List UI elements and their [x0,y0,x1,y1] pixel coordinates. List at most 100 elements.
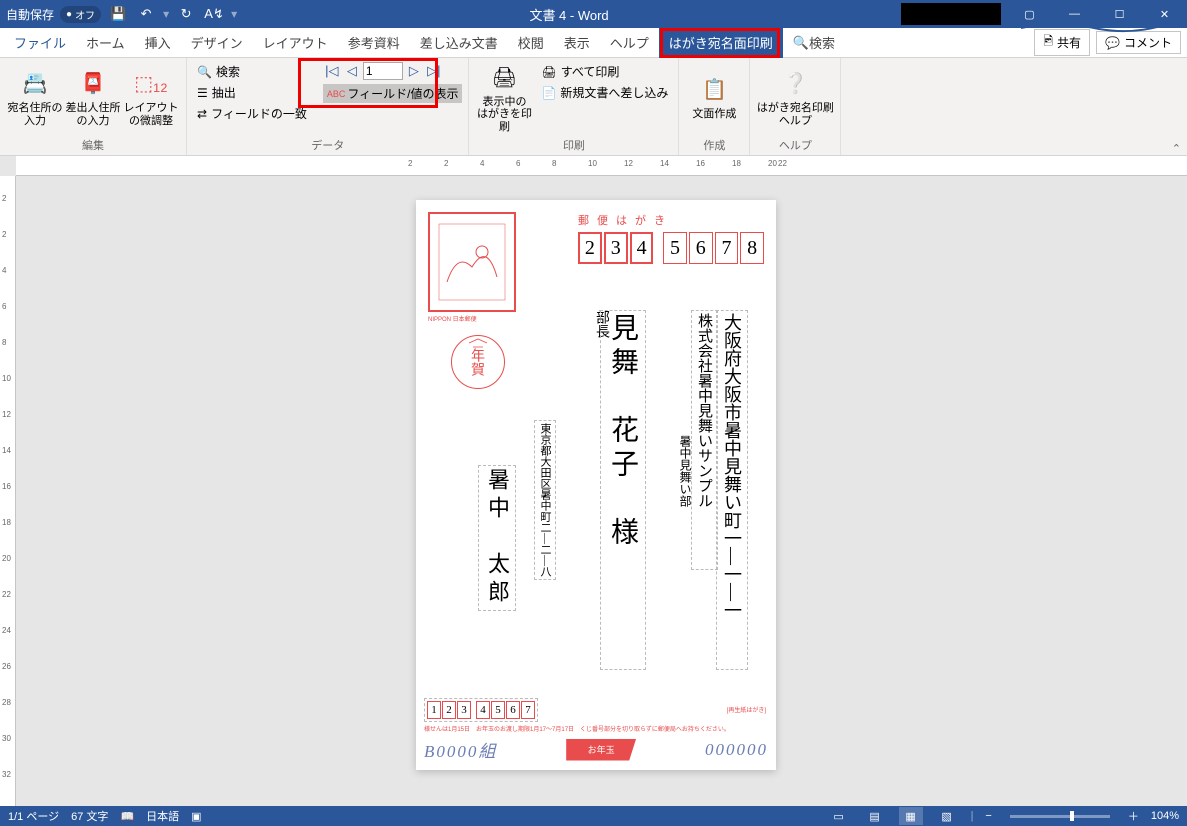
recipient-dept-field[interactable]: 暑中見舞い部 [677,435,694,507]
zoom-in-button[interactable]: ＋ [1128,808,1139,824]
ribbon-tabs: ファイル ホーム 挿入 デザイン レイアウト 参考資料 差し込み文書 校閲 表示… [0,28,1187,58]
szip-digit: 5 [491,701,505,719]
postcard-page[interactable]: NIPPON 日本郵便 年賀 郵便はがき 2 3 4 5 6 7 8 大阪府大阪… [416,200,776,770]
print-layout-icon[interactable]: ▦ [899,807,923,825]
zip-digit: 8 [740,232,764,264]
tab-insert[interactable]: 挿入 [135,28,181,58]
word-count[interactable]: 67 文字 [71,808,108,824]
szip-digit: 6 [506,701,520,719]
minimize-icon[interactable]: — [1052,0,1097,28]
stamp-illustration-icon [437,222,507,302]
ribbon: 📇 宛名住所の 入力 📮 差出人住所 の入力 ⬚₁₂ レイアウト の微調整 編集… [0,58,1187,156]
printer-icon: 🖨 [488,62,520,94]
proofing-icon[interactable]: 📖 [120,810,134,823]
vertical-ruler[interactable]: 2 2 4 6 8 10 12 14 16 18 20 22 24 26 28 … [0,176,16,806]
otoshidama-badge: お年玉 [566,739,636,761]
nenga-circle: 年賀 [451,335,505,389]
brush-icon[interactable]: A↯ [203,3,225,25]
maximize-icon[interactable]: ☐ [1097,0,1142,28]
tab-help[interactable]: ヘルプ [600,28,659,58]
redo-icon[interactable]: ↻ [175,3,197,25]
sender-address-field[interactable]: 東京都大田区暑中町二―二―八 [534,420,556,580]
save-icon[interactable]: 💾 [107,3,129,25]
tab-review[interactable]: 校閲 [508,28,554,58]
extract-button[interactable]: ☰抽出 [193,83,311,102]
last-record-button[interactable]: ▷| [425,62,443,80]
zip-digit: 4 [630,232,654,264]
lottery-group: B0000組 [424,737,497,762]
share-button[interactable]: 🖻 共有 [1034,29,1090,56]
sender-zip-boxes[interactable]: 1 2 3 4 5 6 7 [424,698,538,722]
szip-digit: 1 [427,701,441,719]
merge-new-doc-button[interactable]: 📄新規文書へ差し込み [537,83,672,102]
help-icon: ❔ [779,68,811,100]
macro-icon[interactable]: ▣ [191,810,201,823]
recipient-address-button[interactable]: 📇 宛名住所の 入力 [6,62,64,133]
horizontal-ruler[interactable]: 2 2 4 6 8 10 12 14 16 18 20 22 [16,156,1187,176]
szip-digit: 4 [476,701,490,719]
face-create-button[interactable]: 📋 文面作成 [685,62,743,133]
title-bar: 自動保存 ● オフ 💾 ↶ ▾ ↻ A↯ ▾ 文書 4 - Word ▢ — ☐… [0,0,1187,28]
postal-label: 郵便はがき [578,212,764,228]
group-label-edit: 編集 [0,137,186,155]
recipient-address-field[interactable]: 大阪府大阪市暑中見舞い町一―一―一 [716,310,748,670]
next-record-button[interactable]: ▷ [405,62,423,80]
layout-fine-adjust-button[interactable]: ⬚₁₂ レイアウト の微調整 [122,62,180,133]
autosave-toggle[interactable]: ● オフ [60,6,101,23]
abc-icon: ABC [327,89,346,99]
field-match-button[interactable]: ⇄フィールドの一致 [193,104,311,123]
recipient-name-field[interactable]: 見舞 花子 様 [600,310,646,670]
szip-digit: 7 [521,701,535,719]
read-mode-icon[interactable]: ▤ [863,807,887,825]
prev-record-button[interactable]: ◁ [343,62,361,80]
search-button[interactable]: 🔍検索 [193,62,311,81]
tab-file[interactable]: ファイル [4,28,76,58]
print-current-button[interactable]: 🖨 表示中の はがきを印刷 [475,62,533,133]
print-all-button[interactable]: 🖨すべて印刷 [537,62,672,81]
tab-design[interactable]: デザイン [181,28,253,58]
zip-digit: 3 [604,232,628,264]
nippon-label: NIPPON 日本郵便 [428,314,528,323]
group-label-data: データ [187,137,468,155]
recipient-icon: 📇 [19,68,51,100]
layout-adjust-icon: ⬚₁₂ [135,68,167,100]
merge-icon: 📄 [541,86,556,100]
tab-hagaki[interactable]: はがき宛名面印刷 [659,28,783,58]
document-title: 文書 4 - Word [237,5,901,24]
tab-view[interactable]: 表示 [554,28,600,58]
zip-digit: 5 [663,232,687,264]
extract-icon: ☰ [197,86,208,100]
recipient-zip-boxes[interactable]: 2 3 4 5 6 7 8 [578,232,764,264]
page-count[interactable]: 1/1 ページ [8,808,59,824]
ribbon-display-icon[interactable]: ▢ [1007,0,1052,28]
tab-home[interactable]: ホーム [76,28,135,58]
first-record-button[interactable]: |◁ [323,62,341,80]
group-label-help: ヘルプ [750,137,840,155]
web-layout-icon[interactable]: ▧ [935,807,959,825]
comments-button[interactable]: 💬 コメント [1096,31,1181,54]
sender-name-field[interactable]: 暑中 太郎 [478,465,516,611]
sender-icon: 📮 [77,68,109,100]
tell-me-search[interactable]: 🔍 検索 [783,28,845,58]
lottery-note: 様せんは1月15日 お年玉のお渡し期限1月17～7月17日 くじ番号部分を切り取… [424,724,768,733]
zoom-percent[interactable]: 104% [1151,810,1179,822]
document-canvas[interactable]: NIPPON 日本郵便 年賀 郵便はがき 2 3 4 5 6 7 8 大阪府大阪… [16,176,1187,806]
nenga-decoration-icon [451,335,505,389]
focus-mode-icon[interactable]: ▭ [827,807,851,825]
recipient-company-field[interactable]: 株式会社暑中見舞いサンプル [691,310,718,570]
close-icon[interactable]: ✕ [1142,0,1187,28]
zoom-out-button[interactable]: − [985,810,991,822]
language-status[interactable]: 日本語 [146,808,179,824]
zip-digit: 6 [689,232,713,264]
group-label-print: 印刷 [469,137,678,155]
collapse-ribbon-icon[interactable]: ⌃ [1172,142,1181,155]
tab-mailings[interactable]: 差し込み文書 [410,28,508,58]
undo-icon[interactable]: ↶ [135,3,157,25]
sender-address-button[interactable]: 📮 差出人住所 の入力 [64,62,122,133]
field-value-toggle[interactable]: ABC フィールド/値の表示 [323,84,463,103]
record-number-input[interactable] [363,62,403,80]
tab-references[interactable]: 参考資料 [338,28,410,58]
hagaki-help-button[interactable]: ❔ はがき宛名印刷 ヘルプ [756,62,834,133]
zoom-slider[interactable] [1010,815,1110,818]
tab-layout[interactable]: レイアウト [253,28,338,58]
